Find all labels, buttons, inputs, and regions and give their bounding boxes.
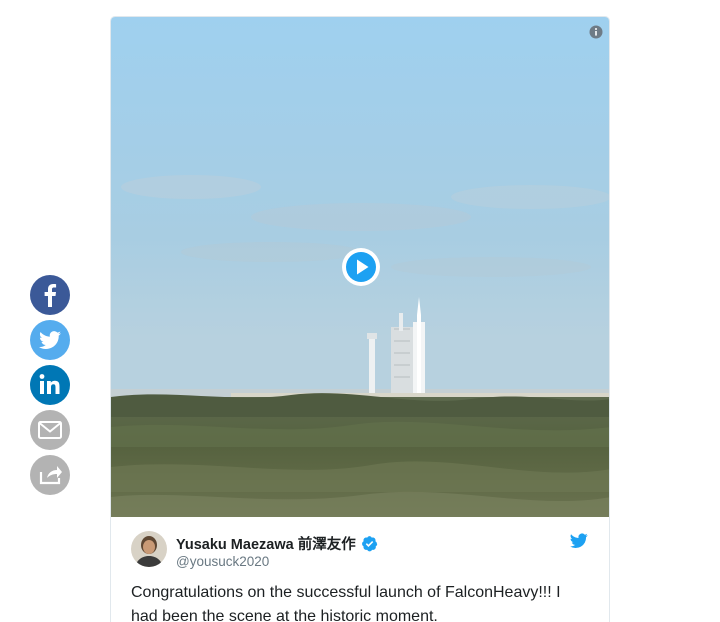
share-arrow-icon: [39, 466, 62, 485]
video-media[interactable]: [111, 17, 609, 517]
facebook-share-button[interactable]: [30, 275, 70, 315]
twitter-share-button[interactable]: [30, 320, 70, 360]
facebook-icon: [44, 284, 57, 307]
twitter-icon: [39, 331, 61, 350]
avatar[interactable]: [131, 531, 167, 567]
play-icon[interactable]: [341, 247, 381, 287]
info-icon[interactable]: [589, 25, 603, 39]
user-handle[interactable]: @yousuck2020: [176, 554, 269, 569]
user-name-text: Yusaku Maezawa 前澤友作: [176, 537, 356, 553]
tweet-embed: Yusaku Maezawa 前澤友作 @yousuck2020 Congrat…: [110, 16, 610, 622]
linkedin-icon: [39, 374, 60, 394]
user-name[interactable]: Yusaku Maezawa 前澤友作: [176, 533, 378, 554]
tweet-header: Yusaku Maezawa 前澤友作 @yousuck2020: [111, 517, 609, 575]
twitter-icon[interactable]: [570, 533, 588, 549]
verified-icon: [361, 536, 377, 552]
page: Yusaku Maezawa 前澤友作 @yousuck2020 Congrat…: [0, 0, 720, 622]
envelope-icon: [38, 421, 62, 439]
linkedin-share-button[interactable]: [30, 365, 70, 405]
share-rail: [30, 275, 70, 500]
tweet-text: Congratulations on the successful launch…: [131, 584, 561, 622]
email-share-button[interactable]: [30, 410, 70, 450]
share-button[interactable]: [30, 455, 70, 495]
